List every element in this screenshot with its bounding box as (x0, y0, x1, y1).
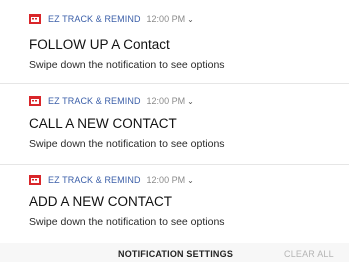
notification-footer: NOTIFICATION SETTINGS CLEAR ALL (0, 243, 349, 262)
notification-header: EZ TRACK & REMIND 12:00 PM ⌄ (29, 95, 194, 107)
notification-settings-button[interactable]: NOTIFICATION SETTINGS (118, 249, 233, 259)
notification-card[interactable]: EZ TRACK & REMIND 12:00 PM ⌄ ADD A NEW C… (0, 165, 349, 243)
app-name: EZ TRACK & REMIND (48, 14, 141, 24)
notification-title: CALL A NEW CONTACT (29, 116, 177, 131)
notification-body: Swipe down the notification to see optio… (29, 59, 225, 71)
notification-header: EZ TRACK & REMIND 12:00 PM ⌄ (29, 13, 194, 25)
notification-time: 12:00 PM (146, 14, 186, 24)
notification-body: Swipe down the notification to see optio… (29, 216, 225, 228)
app-name: EZ TRACK & REMIND (48, 175, 141, 185)
notification-title: FOLLOW UP A Contact (29, 37, 170, 52)
notification-time: 12:00 PM (146, 175, 186, 185)
notification-card[interactable]: EZ TRACK & REMIND 12:00 PM ⌄ CALL A NEW … (0, 84, 349, 165)
notification-title: ADD A NEW CONTACT (29, 194, 173, 209)
calendar-icon (29, 14, 41, 24)
notification-card[interactable]: EZ TRACK & REMIND 12:00 PM ⌄ FOLLOW UP A… (0, 0, 349, 84)
calendar-icon (29, 96, 41, 106)
chevron-down-icon[interactable]: ⌄ (187, 176, 194, 185)
chevron-down-icon[interactable]: ⌄ (187, 97, 194, 106)
app-name: EZ TRACK & REMIND (48, 96, 141, 106)
calendar-icon (29, 175, 41, 185)
notification-time: 12:00 PM (146, 96, 186, 106)
notification-header: EZ TRACK & REMIND 12:00 PM ⌄ (29, 174, 194, 186)
clear-all-button[interactable]: CLEAR ALL (284, 249, 334, 259)
notification-body: Swipe down the notification to see optio… (29, 138, 225, 150)
chevron-down-icon[interactable]: ⌄ (187, 15, 194, 24)
